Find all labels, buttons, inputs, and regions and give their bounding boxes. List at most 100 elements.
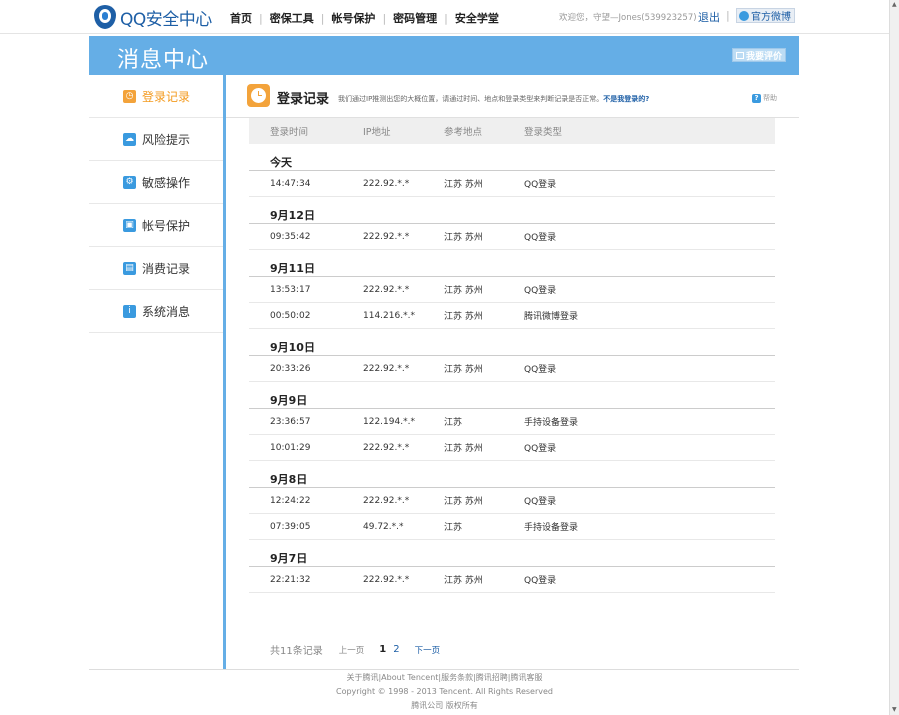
footer: 关于腾讯|About Tencent|服务条款|腾讯招聘|腾讯客服 Copyri… bbox=[0, 671, 889, 713]
login-time: 10:01:29 bbox=[270, 442, 311, 453]
ip-address: 222.92.*.* bbox=[363, 363, 410, 374]
login-time: 09:35:42 bbox=[270, 231, 311, 242]
question-icon: ? bbox=[752, 93, 761, 103]
sidebar-item-risk-alerts[interactable]: ☁ 风险提示 bbox=[89, 118, 224, 161]
date-group-heading: 9月8日 bbox=[249, 461, 775, 488]
divider bbox=[223, 75, 226, 670]
gear-icon: ⚙ bbox=[123, 175, 136, 189]
clock-icon: ◷ bbox=[123, 89, 136, 103]
login-type: 腾讯微博登录 bbox=[524, 312, 579, 322]
sidebar-item-label: 系统消息 bbox=[142, 304, 191, 319]
table-row: 23:36:57 122.194.*.* 江苏 手持设备登录 bbox=[249, 409, 775, 435]
sidebar-item-label: 登录记录 bbox=[142, 89, 191, 104]
login-time: 00:50:02 bbox=[270, 310, 311, 321]
location: 江苏 苏州 bbox=[444, 233, 483, 243]
login-type: QQ登录 bbox=[524, 233, 557, 243]
login-time: 22:21:32 bbox=[270, 574, 311, 585]
ip-address: 114.216.*.* bbox=[363, 310, 415, 321]
scroll-down-icon[interactable]: ▼ bbox=[892, 707, 898, 713]
location: 江苏 bbox=[444, 523, 463, 533]
table-row: 07:39:05 49.72.*.* 江苏 手持设备登录 bbox=[249, 514, 775, 540]
help-label: 帮助 bbox=[763, 94, 777, 102]
sidebar-item-label: 敏感操作 bbox=[142, 175, 191, 190]
nav-account-protection[interactable]: 帐号保护 bbox=[331, 10, 375, 26]
date-group-heading: 今天 bbox=[249, 144, 775, 171]
prev-page-button[interactable]: 上一页 bbox=[339, 644, 365, 656]
login-type: QQ登录 bbox=[524, 286, 557, 296]
date-group-heading: 9月7日 bbox=[249, 540, 775, 567]
comment-icon bbox=[735, 51, 744, 59]
ip-address: 222.92.*.* bbox=[363, 574, 410, 585]
login-time: 13:53:17 bbox=[270, 284, 311, 295]
main-nav: 首页 | 密保工具 | 帐号保护 | 密码管理 | 安全学堂 bbox=[230, 10, 499, 26]
not-me-link[interactable]: 不是我登录的? bbox=[603, 95, 649, 103]
help-link[interactable]: ? 帮助 bbox=[752, 93, 777, 103]
nav-password-management[interactable]: 密码管理 bbox=[393, 10, 437, 26]
nav-security-tools[interactable]: 密保工具 bbox=[270, 10, 314, 26]
footer-company: 腾讯公司 版权所有 bbox=[411, 701, 478, 710]
logo[interactable]: QQ安全中心 bbox=[94, 4, 212, 30]
logo-text: QQ安全中心 bbox=[120, 9, 212, 30]
sidebar-item-consumption[interactable]: ▤ 消费记录 bbox=[89, 247, 224, 290]
table-row: 13:53:17 222.92.*.* 江苏 苏州 QQ登录 bbox=[249, 277, 775, 303]
scroll-up-icon[interactable]: ▲ bbox=[892, 2, 898, 8]
location: 江苏 苏州 bbox=[444, 312, 483, 322]
shield-logo-icon bbox=[94, 5, 116, 29]
date-group-heading: 9月10日 bbox=[249, 329, 775, 356]
ip-address: 222.92.*.* bbox=[363, 284, 410, 295]
footer-links[interactable]: 关于腾讯|About Tencent|服务条款|腾讯招聘|腾讯客服 bbox=[0, 671, 889, 685]
sidebar-item-login-records[interactable]: ◷ 登录记录 bbox=[89, 75, 224, 118]
footer-divider bbox=[89, 669, 799, 670]
location: 江苏 苏州 bbox=[444, 576, 483, 586]
location: 江苏 苏州 bbox=[444, 365, 483, 375]
login-type: 手持设备登录 bbox=[524, 523, 579, 533]
current-page: 1 bbox=[379, 644, 387, 655]
login-time: 14:47:34 bbox=[270, 178, 311, 189]
location: 江苏 bbox=[444, 418, 463, 428]
login-time: 20:33:26 bbox=[270, 363, 311, 374]
column-header-time: 登录时间 bbox=[270, 127, 309, 138]
table-row: 22:21:32 222.92.*.* 江苏 苏州 QQ登录 bbox=[249, 567, 775, 593]
login-records-table: 登录时间 IP地址 参考地点 登录类型 今天 14:47:34 222.92.*.*… bbox=[249, 118, 775, 593]
record-count: 共11条记录 bbox=[270, 646, 323, 657]
weibo-icon bbox=[739, 10, 749, 21]
nav-security-school[interactable]: 安全学堂 bbox=[455, 10, 499, 26]
ip-address: 222.92.*.* bbox=[363, 178, 410, 189]
ip-address: 49.72.*.* bbox=[363, 521, 404, 532]
login-type: QQ登录 bbox=[524, 497, 557, 507]
lock-icon: ▣ bbox=[123, 218, 136, 232]
logout-link[interactable]: 退出 bbox=[698, 9, 720, 25]
table-row: 14:47:34 222.92.*.* 江苏 苏州 QQ登录 bbox=[249, 171, 775, 197]
sidebar-item-label: 消费记录 bbox=[142, 261, 191, 276]
cart-icon: ▤ bbox=[123, 261, 136, 275]
clock-icon bbox=[247, 84, 270, 107]
location: 江苏 苏州 bbox=[444, 497, 483, 507]
column-header-type: 登录类型 bbox=[524, 127, 563, 138]
ip-address: 222.92.*.* bbox=[363, 231, 410, 242]
next-page-button[interactable]: 下一页 bbox=[415, 644, 441, 656]
page-2-link[interactable]: 2 bbox=[393, 644, 399, 655]
date-group-heading: 9月12日 bbox=[249, 197, 775, 224]
location: 江苏 苏州 bbox=[444, 286, 483, 296]
nav-home[interactable]: 首页 bbox=[230, 10, 252, 26]
ip-address: 222.92.*.* bbox=[363, 495, 410, 506]
feedback-button[interactable]: 我要评价 bbox=[731, 48, 786, 62]
location: 江苏 苏州 bbox=[444, 444, 483, 454]
page-header: 消息中心 我要评价 bbox=[89, 36, 799, 75]
sidebar-item-sensitive-ops[interactable]: ⚙ 敏感操作 bbox=[89, 161, 224, 204]
scrollbar[interactable]: ▲ ▼ bbox=[889, 0, 899, 715]
column-header-location: 参考地点 bbox=[444, 127, 483, 138]
section-header: 登录记录 我们通过IP推测出您的大概位置，请通过时间、地点和登录类型来判断记录是… bbox=[226, 75, 799, 118]
login-type: QQ登录 bbox=[524, 444, 557, 454]
date-group-heading: 9月9日 bbox=[249, 382, 775, 409]
ip-address: 122.194.*.* bbox=[363, 416, 415, 427]
record-groups: 今天 14:47:34 222.92.*.* 江苏 苏州 QQ登录 9月12日 09:35:… bbox=[249, 144, 775, 593]
weibo-button[interactable]: 官方微博 bbox=[736, 8, 795, 23]
sidebar-item-system-messages[interactable]: i 系统消息 bbox=[89, 290, 224, 333]
sidebar-item-account-protection[interactable]: ▣ 帐号保护 bbox=[89, 204, 224, 247]
ip-address: 222.92.*.* bbox=[363, 442, 410, 453]
feedback-label: 我要评价 bbox=[745, 51, 782, 62]
login-type: 手持设备登录 bbox=[524, 418, 579, 428]
page-title: 消息中心 bbox=[117, 48, 210, 73]
table-row: 12:24:22 222.92.*.* 江苏 苏州 QQ登录 bbox=[249, 488, 775, 514]
